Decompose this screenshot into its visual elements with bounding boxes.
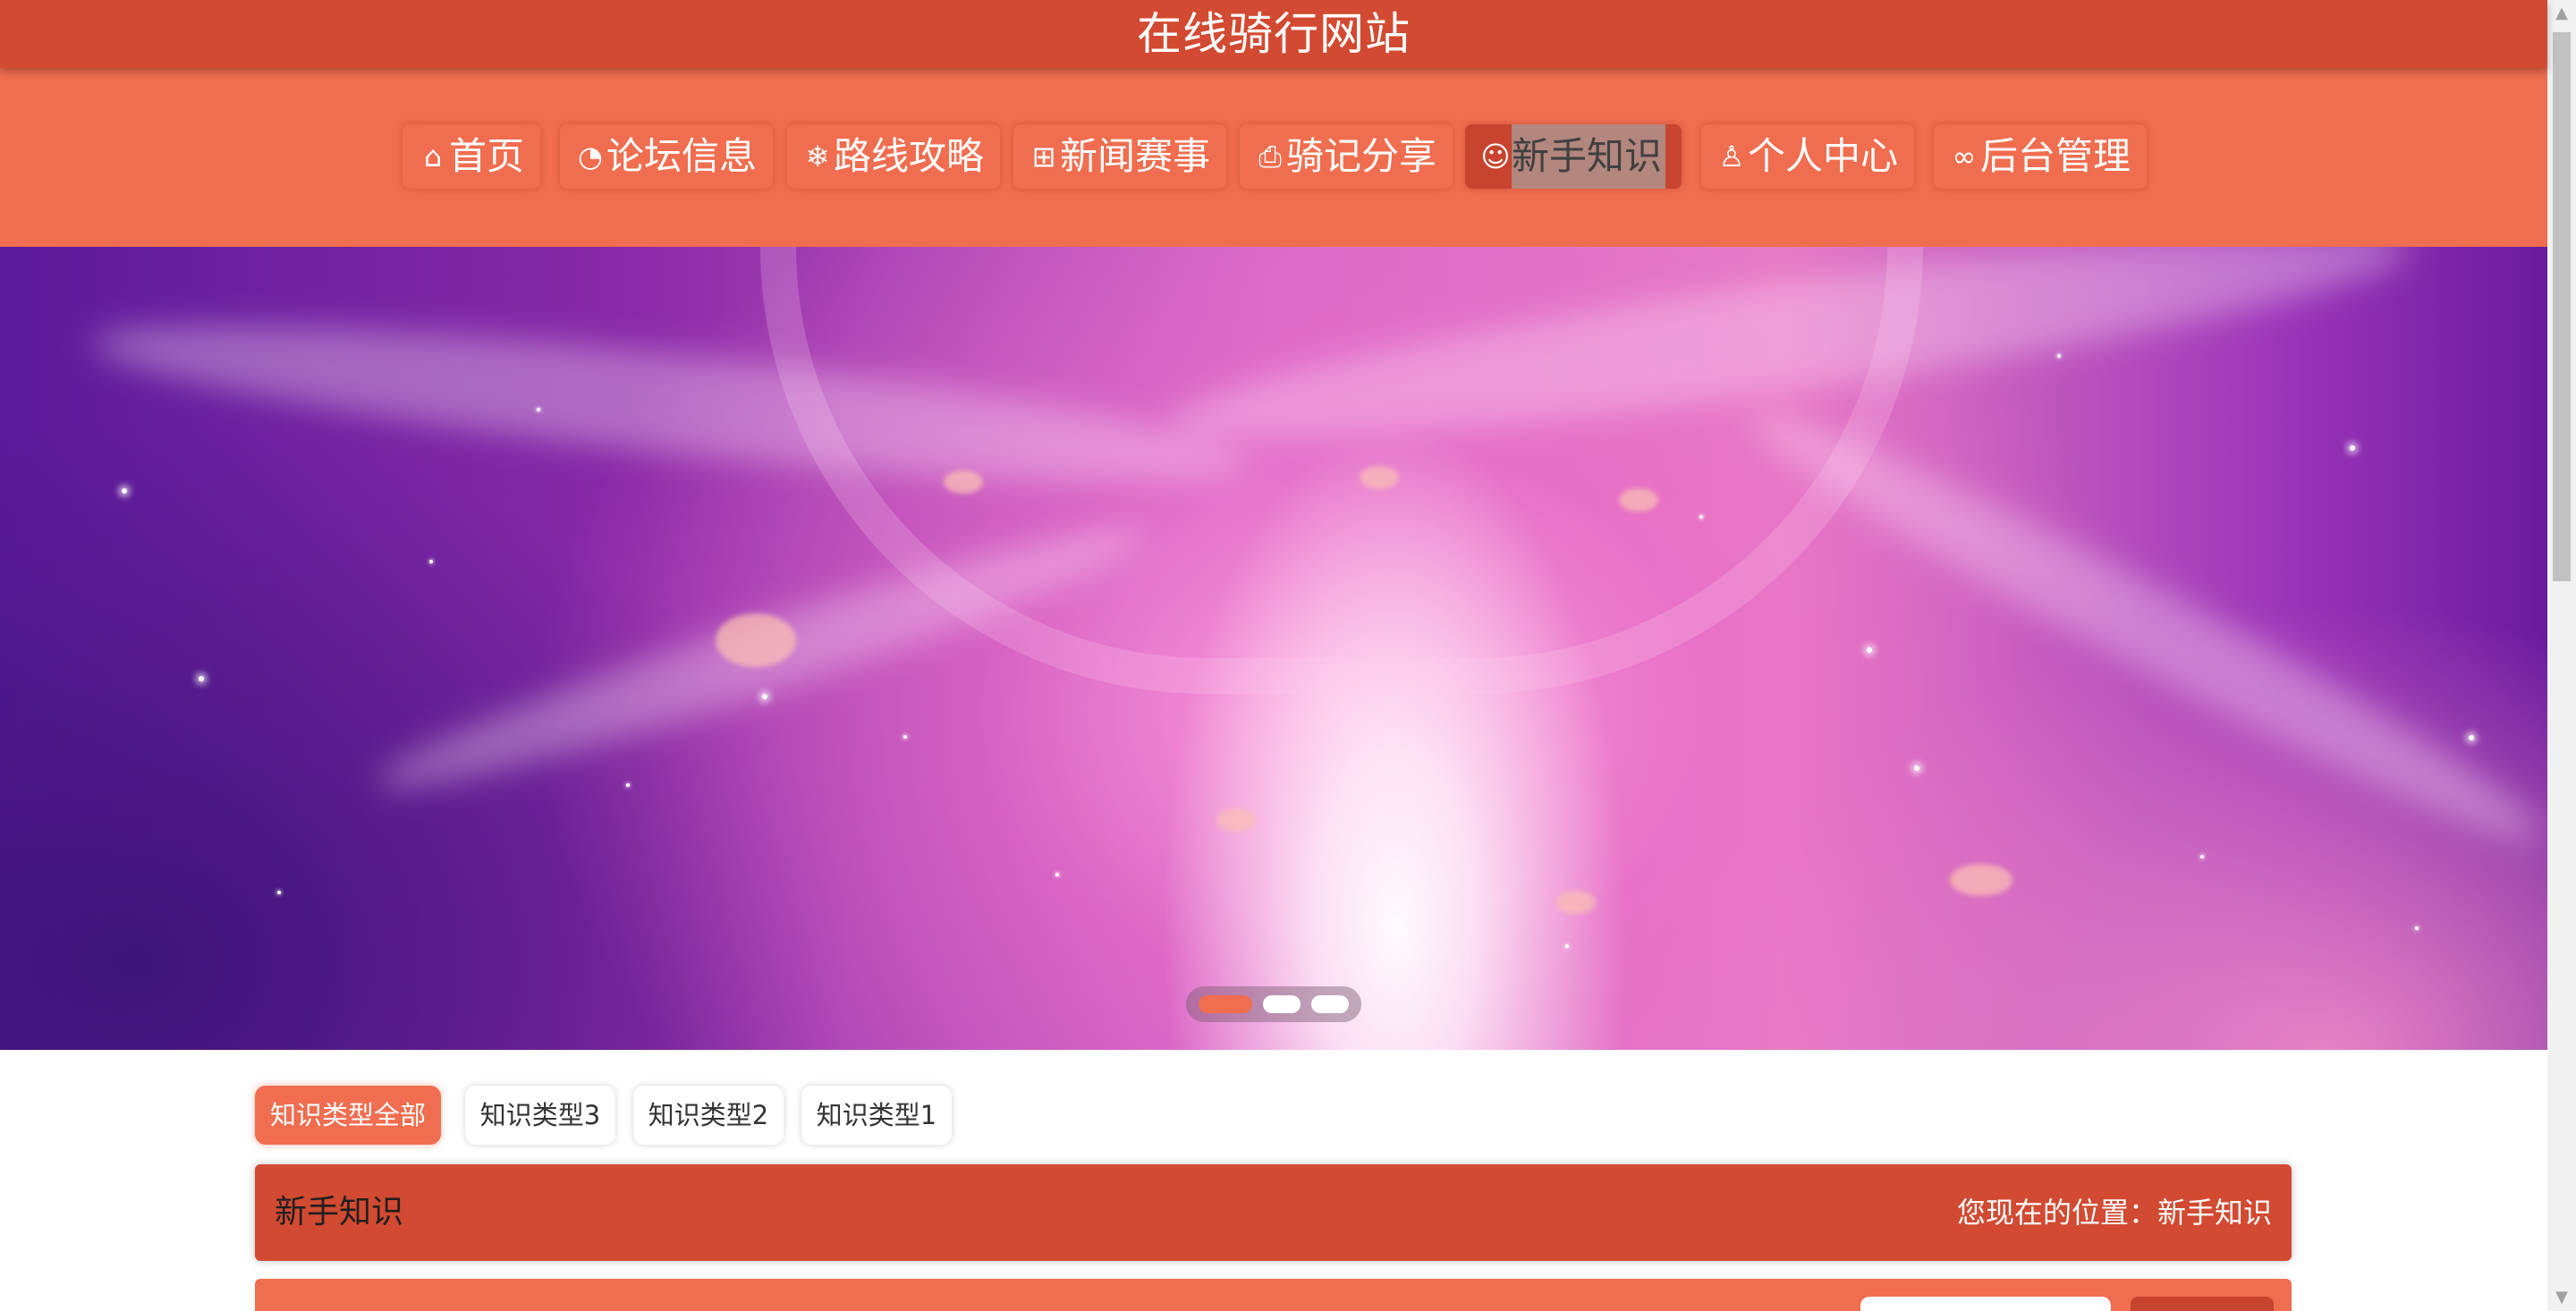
page: 在线骑行网站 ⌂ 首页 ◔论坛信息 ❄ 路线攻略 ⊞ 新闻赛事 ⎙ 骑记分享 ☺新手知识… xyxy=(0,0,2576,1311)
nav-item-routes[interactable]: ❄ 路线攻略 xyxy=(787,124,1001,189)
home-icon: ⌂ xyxy=(423,140,443,173)
star xyxy=(2200,855,2204,858)
nav-item-forum[interactable]: ◔论坛信息 xyxy=(560,124,774,189)
star xyxy=(1914,765,1919,771)
nav-item-label: 新闻赛事 xyxy=(1060,134,1211,178)
search-bar xyxy=(255,1279,2292,1311)
scrollbar-thumb[interactable] xyxy=(2553,32,2571,581)
chat-bubble-icon: ◔ xyxy=(578,140,603,173)
category-tab-type2[interactable]: 知识类型2 xyxy=(633,1086,784,1145)
star xyxy=(537,408,540,411)
petal xyxy=(944,470,983,494)
star xyxy=(1699,515,1703,519)
vertical-scrollbar[interactable]: ▲ ▼ xyxy=(2547,0,2576,1311)
category-tab-all[interactable]: 知识类型全部 xyxy=(255,1086,441,1145)
category-tab-type3[interactable]: 知识类型3 xyxy=(465,1086,615,1145)
nav-item-home[interactable]: ⌂ 首页 xyxy=(402,124,541,189)
carousel-indicators xyxy=(1186,986,1361,1022)
star xyxy=(2350,445,2355,451)
main-nav: ⌂ 首页 ◔论坛信息 ❄ 路线攻略 ⊞ 新闻赛事 ⎙ 骑记分享 ☺新手知识 ♙个人中心 … xyxy=(0,68,2547,247)
star xyxy=(122,488,127,494)
section-title: 新手知识 xyxy=(275,1194,404,1231)
star xyxy=(626,783,630,787)
petal xyxy=(1216,808,1256,832)
search-input[interactable] xyxy=(1860,1297,2111,1311)
scroll-up-arrow-icon[interactable]: ▲ xyxy=(2547,0,2576,27)
petal xyxy=(1360,466,1399,489)
star xyxy=(2057,354,2061,358)
light-streak xyxy=(1733,381,2547,873)
nav-item-label: 首页 xyxy=(449,134,525,178)
nav-item-beginner[interactable]: ☺新手知识 xyxy=(1465,124,1682,189)
star xyxy=(2415,926,2419,930)
star xyxy=(1565,944,1569,948)
user-icon: ♙ xyxy=(1718,140,1745,173)
star xyxy=(199,676,204,681)
nav-item-profile[interactable]: ♙个人中心 xyxy=(1701,124,1915,189)
star xyxy=(429,560,433,563)
smile-icon: ☺ xyxy=(1480,140,1511,173)
banner-carousel[interactable] xyxy=(0,247,2547,1050)
site-title: 在线骑行网站 xyxy=(1137,8,1411,60)
category-tab-type1[interactable]: 知识类型1 xyxy=(801,1086,952,1145)
nav-item-label: 新手知识 xyxy=(1512,124,1666,189)
star xyxy=(1867,647,1872,653)
nav-item-label: 骑记分享 xyxy=(1286,134,1437,178)
search-button[interactable] xyxy=(2131,1297,2274,1311)
petal xyxy=(1619,488,1658,512)
star xyxy=(903,735,907,739)
carousel-dot-1[interactable] xyxy=(1199,995,1252,1013)
carousel-dot-2[interactable] xyxy=(1263,995,1301,1013)
news-grid-icon: ⊞ xyxy=(1031,140,1056,173)
nav-item-label: 后台管理 xyxy=(1980,134,2131,178)
printer-icon: ⎙ xyxy=(1258,140,1282,173)
star xyxy=(762,694,767,699)
star xyxy=(1055,873,1059,876)
nav-item-news[interactable]: ⊞ 新闻赛事 xyxy=(1013,124,1227,189)
nav-item-ride-share[interactable]: ⎙ 骑记分享 xyxy=(1240,124,1453,189)
petal xyxy=(716,613,796,667)
petal xyxy=(1556,891,1596,914)
petal xyxy=(1950,864,2012,896)
star xyxy=(2469,735,2474,740)
scroll-down-arrow-icon[interactable]: ▼ xyxy=(2547,1284,2576,1311)
carousel-dot-3[interactable] xyxy=(1311,995,1349,1013)
nav-item-label: 个人中心 xyxy=(1748,134,1899,178)
snowflake-icon: ❄ xyxy=(805,140,830,173)
link-icon: ∞ xyxy=(1952,140,1977,173)
title-bar: 在线骑行网站 xyxy=(0,0,2547,68)
nav-item-label: 路线攻略 xyxy=(834,134,985,178)
section-header: 新手知识 您现在的位置：新手知识 xyxy=(255,1164,2292,1261)
breadcrumb: 您现在的位置：新手知识 xyxy=(1956,1196,2272,1230)
nav-item-label: 论坛信息 xyxy=(606,134,758,178)
nav-item-admin[interactable]: ∞ 后台管理 xyxy=(1934,124,2148,189)
star xyxy=(277,891,281,894)
